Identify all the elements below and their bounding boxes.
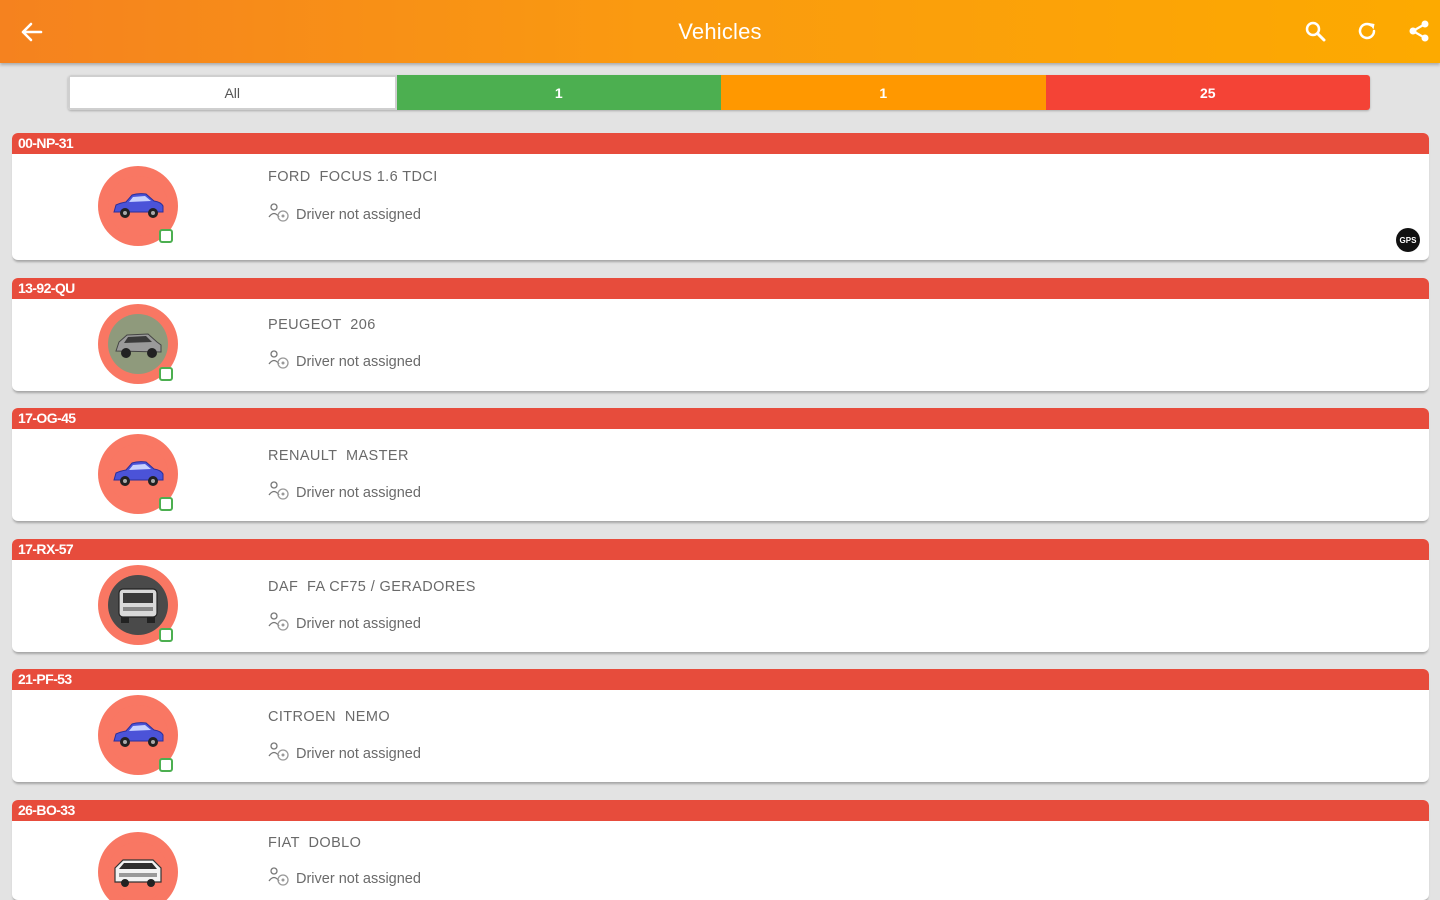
status-filter: All 1 1 25 — [68, 75, 1370, 110]
status-indicator — [159, 758, 173, 772]
driver-status: Driver not assigned — [268, 742, 421, 766]
page-title: Vehicles — [678, 19, 762, 44]
driver-label: Driver not assigned — [296, 354, 421, 370]
status-indicator — [159, 229, 173, 243]
plate-number: 17-RX-57 — [12, 539, 1429, 560]
plate-number: 17-OG-45 — [12, 408, 1429, 429]
refresh-icon[interactable] — [1352, 16, 1382, 46]
driver-status: Driver not assigned — [268, 867, 421, 891]
driver-label: Driver not assigned — [296, 871, 421, 887]
gray-car-icon — [108, 314, 168, 374]
filter-green[interactable]: 1 — [396, 75, 721, 110]
vehicle-model: CITROEN NEMO — [268, 709, 391, 725]
vehicle-card[interactable]: 26-BO-33 FIAT DOBLO Driver not assigned — [12, 800, 1429, 900]
vehicle-card[interactable]: 17-OG-45 RENAULT MASTER Driver not assig… — [12, 408, 1429, 521]
driver-status: Driver not assigned — [268, 612, 421, 636]
vehicle-card[interactable]: 13-92-QU PEUGEOT 206 Driver not assigned — [12, 278, 1429, 391]
vehicle-model: FORD FOCUS 1.6 TDCI — [268, 169, 438, 185]
vehicle-avatar — [98, 832, 178, 900]
driver-icon — [268, 350, 290, 374]
status-indicator — [159, 497, 173, 511]
driver-status: Driver not assigned — [268, 350, 421, 374]
vehicle-card[interactable]: 21-PF-53 CITROEN NEMO Driver not assigne… — [12, 669, 1429, 782]
driver-status: Driver not assigned — [268, 481, 421, 505]
driver-icon — [268, 481, 290, 505]
vehicle-card[interactable]: 17-RX-57 DAF FA CF75 / GERADORES Driver … — [12, 539, 1429, 652]
filter-orange[interactable]: 1 — [721, 75, 1046, 110]
driver-label: Driver not assigned — [296, 616, 421, 632]
driver-icon — [268, 612, 290, 636]
filter-red[interactable]: 25 — [1045, 75, 1370, 110]
gps-badge: GPS — [1396, 228, 1420, 252]
search-icon[interactable] — [1300, 16, 1330, 46]
driver-icon — [268, 203, 290, 227]
status-indicator — [159, 628, 173, 642]
vehicle-model: FIAT DOBLO — [268, 835, 362, 851]
blue-car-icon — [108, 444, 168, 504]
blue-car-icon — [108, 176, 168, 236]
plate-number: 00-NP-31 — [12, 133, 1429, 154]
driver-icon — [268, 742, 290, 766]
plate-number: 13-92-QU — [12, 278, 1429, 299]
status-indicator — [159, 367, 173, 381]
truck-icon — [108, 575, 168, 635]
plate-number: 26-BO-33 — [12, 800, 1429, 821]
plate-number: 21-PF-53 — [12, 669, 1429, 690]
driver-icon — [268, 867, 290, 891]
vehicle-model: RENAULT MASTER — [268, 448, 409, 464]
vehicle-model: DAF FA CF75 / GERADORES — [268, 579, 476, 595]
driver-status: Driver not assigned — [268, 203, 421, 227]
share-icon[interactable] — [1404, 16, 1434, 46]
white-van-icon — [108, 842, 168, 900]
vehicle-model: PEUGEOT 206 — [268, 317, 376, 333]
driver-label: Driver not assigned — [296, 485, 421, 501]
filter-all[interactable]: All — [68, 75, 397, 110]
driver-label: Driver not assigned — [296, 207, 421, 223]
blue-car-icon — [108, 705, 168, 765]
vehicle-card[interactable]: 00-NP-31 FORD FOCUS 1.6 TDCI Driver not … — [12, 133, 1429, 260]
app-bar: Vehicles — [0, 0, 1440, 63]
driver-label: Driver not assigned — [296, 746, 421, 762]
